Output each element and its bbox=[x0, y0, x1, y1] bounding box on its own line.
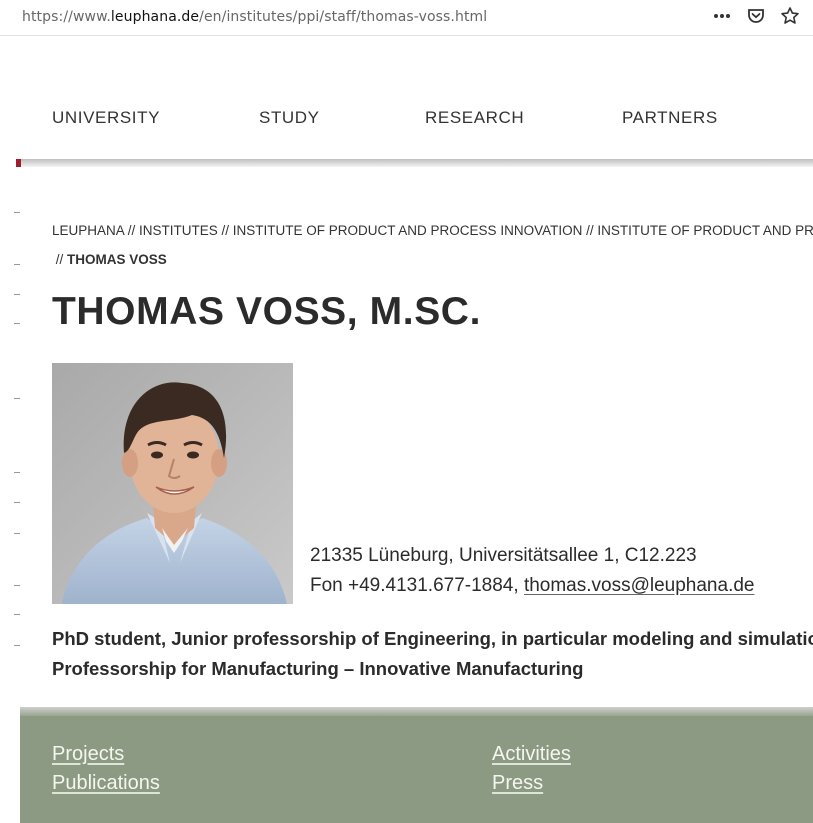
phone-text: Fon +49.4131.677-1884, bbox=[310, 575, 524, 596]
main-navigation: UNIVERSITY STUDY RESEARCH PARTNERS bbox=[0, 36, 813, 160]
side-dash bbox=[14, 472, 20, 473]
press-link[interactable]: Press bbox=[492, 772, 543, 795]
breadcrumb-path[interactable]: LEUPHANA // INSTITUTES // INSTITUTE OF P… bbox=[52, 216, 813, 245]
side-dash bbox=[14, 502, 20, 503]
url-prefix: https://www. bbox=[22, 9, 111, 25]
browser-url-bar[interactable]: https://www.leuphana.de/en/institutes/pp… bbox=[0, 0, 813, 36]
side-dash bbox=[14, 294, 20, 295]
breadcrumb-current: THOMAS VOSS bbox=[67, 252, 167, 267]
side-dash bbox=[14, 585, 20, 586]
publications-link[interactable]: Publications bbox=[52, 772, 160, 795]
side-dash bbox=[14, 398, 20, 399]
profile-photo bbox=[52, 363, 293, 604]
page-title: THOMAS VOSS, M.SC. bbox=[52, 290, 482, 333]
role-description: PhD student, Junior professorship of Eng… bbox=[52, 624, 813, 684]
contact-info: 21335 Lüneburg, Universitätsallee 1, C12… bbox=[310, 541, 754, 601]
side-dash bbox=[14, 614, 20, 615]
pocket-icon[interactable] bbox=[745, 5, 767, 27]
breadcrumb: LEUPHANA // INSTITUTES // INSTITUTE OF P… bbox=[52, 216, 813, 274]
bookmark-star-icon[interactable] bbox=[779, 5, 801, 27]
projects-link[interactable]: Projects bbox=[52, 743, 124, 766]
nav-accent-marker bbox=[16, 159, 21, 167]
email-link[interactable]: thomas.voss@leuphana.de bbox=[524, 575, 755, 596]
more-icon[interactable] bbox=[711, 5, 733, 27]
side-dash bbox=[14, 323, 20, 324]
role-line-1: PhD student, Junior professorship of Eng… bbox=[52, 628, 813, 649]
address-text: 21335 Lüneburg, Universitätsallee 1, C12… bbox=[310, 545, 697, 566]
side-dash bbox=[14, 645, 20, 646]
nav-item-research[interactable]: RESEARCH bbox=[425, 108, 524, 128]
nav-item-study[interactable]: STUDY bbox=[259, 108, 320, 128]
nav-item-university[interactable]: UNIVERSITY bbox=[52, 108, 160, 128]
activities-link[interactable]: Activities bbox=[492, 743, 571, 766]
panel-divider bbox=[20, 707, 813, 716]
side-dash bbox=[14, 212, 20, 213]
url-text[interactable]: https://www.leuphana.de/en/institutes/pp… bbox=[22, 9, 487, 25]
url-host: leuphana.de bbox=[110, 9, 200, 25]
nav-item-partners[interactable]: PARTNERS bbox=[622, 108, 718, 128]
nav-divider bbox=[16, 159, 813, 167]
role-line-2: Professorship for Manufacturing – Innova… bbox=[52, 658, 584, 679]
side-dash bbox=[14, 533, 20, 534]
side-dash bbox=[14, 264, 20, 265]
breadcrumb-separator: // bbox=[55, 252, 68, 267]
related-links-panel: Projects Publications Activities Press bbox=[20, 716, 813, 823]
url-path: /en/institutes/ppi/staff/thomas-voss.htm… bbox=[199, 9, 488, 25]
